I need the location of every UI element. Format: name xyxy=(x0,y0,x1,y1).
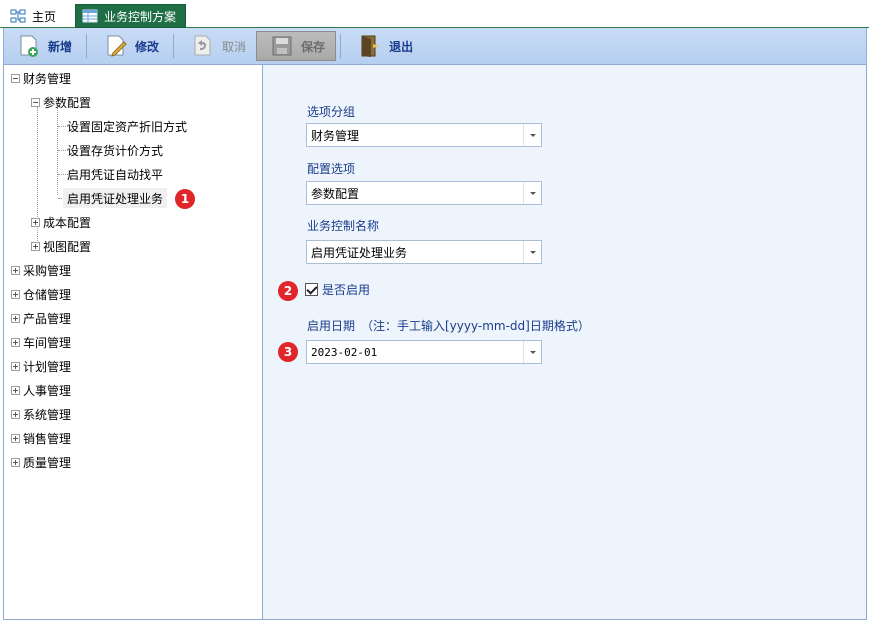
name-select-value: 启用凭证处理业务 xyxy=(311,245,408,260)
tree-node-plan[interactable]: 计划管理 xyxy=(11,356,71,376)
table-icon xyxy=(82,9,98,23)
tree-node-label: 采购管理 xyxy=(23,263,72,278)
expand-icon[interactable] xyxy=(11,289,20,299)
tree-node-view[interactable]: 视图配置 xyxy=(31,236,91,256)
tree-node-label: 人事管理 xyxy=(23,383,72,398)
tree-node-label: 设置固定资产折旧方式 xyxy=(67,119,188,134)
enable-checkbox-row[interactable]: 是否启用 xyxy=(305,281,370,298)
expand-icon[interactable] xyxy=(11,361,20,371)
enable-checkbox-label: 是否启用 xyxy=(322,283,371,297)
settings-form: 选项分组 财务管理 配置选项 参数配置 业务控制名称 启用凭证处理业务 2 是否… xyxy=(263,64,867,620)
tree-node-label: 产品管理 xyxy=(23,311,72,326)
tree-node-label: 成本配置 xyxy=(43,215,92,230)
tree-node-cost[interactable]: 成本配置 xyxy=(31,212,91,232)
new-document-icon xyxy=(20,35,38,57)
tab-home[interactable]: 主页 xyxy=(10,4,70,28)
expand-icon[interactable] xyxy=(11,433,20,443)
expand-icon[interactable] xyxy=(31,241,40,251)
exit-button[interactable]: 退出 xyxy=(345,31,423,61)
step-badge-1: 1 xyxy=(175,189,195,209)
date-label: 启用日期 （注：手工输入[yyyy-mm-dd]日期格式） xyxy=(307,319,590,333)
collapse-icon[interactable] xyxy=(31,97,40,107)
expand-icon[interactable] xyxy=(11,265,20,275)
edit-pencil-icon xyxy=(107,35,127,57)
new-button-label: 新增 xyxy=(48,39,73,54)
collapse-icon[interactable] xyxy=(11,73,20,83)
exit-door-icon xyxy=(361,35,380,57)
toolbar-separator xyxy=(86,34,88,58)
date-picker-value: 2023-02-01 xyxy=(311,345,378,359)
tab-business-control-label: 业务控制方案 xyxy=(104,9,177,24)
tree-node-quality[interactable]: 质量管理 xyxy=(11,452,71,472)
config-select-value: 参数配置 xyxy=(311,186,360,201)
toolbar: 新增 修改 取消 保存 退出 xyxy=(3,28,867,64)
tree-node-label: 参数配置 xyxy=(43,95,92,110)
tree-leaf-voucher-processing[interactable]: 启用凭证处理业务 xyxy=(63,188,168,208)
tree-node-product[interactable]: 产品管理 xyxy=(11,308,71,328)
tree-node-label: 计划管理 xyxy=(23,359,72,374)
cancel-button[interactable]: 取消 xyxy=(178,31,256,61)
tree-connector xyxy=(57,107,58,195)
toolbar-separator xyxy=(340,34,342,58)
tab-home-label: 主页 xyxy=(32,9,57,24)
tree-leaf-voucher-balance[interactable]: 启用凭证自动找平 xyxy=(67,164,163,184)
undo-icon xyxy=(194,35,211,56)
app-window: 主页 业务控制方案 新增 修改 取消 保存 退出 财务管理 参数配置 设置固定资… xyxy=(0,0,869,622)
tree-node-label: 视图配置 xyxy=(43,239,92,254)
name-select[interactable]: 启用凭证处理业务 xyxy=(306,240,542,264)
expand-icon[interactable] xyxy=(11,337,20,347)
tree-leaf-depreciation[interactable]: 设置固定资产折旧方式 xyxy=(67,116,187,136)
tab-bar: 主页 业务控制方案 xyxy=(0,0,869,28)
expand-icon[interactable] xyxy=(31,217,40,227)
tree-node-label: 启用凭证自动找平 xyxy=(67,167,164,182)
save-button[interactable]: 保存 xyxy=(256,31,337,61)
cancel-button-label: 取消 xyxy=(222,39,247,54)
date-picker[interactable]: 2023-02-01 xyxy=(306,340,542,364)
config-label: 配置选项 xyxy=(307,162,356,176)
tree-node-label: 车间管理 xyxy=(23,335,72,350)
tree-node-workshop[interactable]: 车间管理 xyxy=(11,332,71,352)
expand-icon[interactable] xyxy=(11,385,20,395)
tab-business-control[interactable]: 业务控制方案 xyxy=(75,4,186,28)
name-label: 业务控制名称 xyxy=(307,219,380,233)
save-disk-icon xyxy=(272,36,292,56)
sitemap-icon xyxy=(10,9,26,23)
chevron-down-icon[interactable] xyxy=(523,241,541,263)
chevron-down-icon[interactable] xyxy=(523,341,541,363)
tree-node-label: 销售管理 xyxy=(23,431,72,446)
tree-node-hr[interactable]: 人事管理 xyxy=(11,380,71,400)
enable-checkbox[interactable] xyxy=(305,283,318,296)
tree-node-sales[interactable]: 销售管理 xyxy=(11,428,71,448)
group-select[interactable]: 财务管理 xyxy=(306,123,542,147)
tree-node-purchase[interactable]: 采购管理 xyxy=(11,260,71,280)
step-badge-2: 2 xyxy=(278,281,298,301)
tree-node-label: 财务管理 xyxy=(23,71,72,86)
tree-node-label: 设置存货计价方式 xyxy=(67,143,164,158)
tree-node-warehouse[interactable]: 仓储管理 xyxy=(11,284,71,304)
tree-node-label: 质量管理 xyxy=(23,455,72,470)
exit-button-label: 退出 xyxy=(389,39,414,54)
chevron-down-icon[interactable] xyxy=(523,182,541,204)
tree-node-label: 仓储管理 xyxy=(23,287,72,302)
group-label: 选项分组 xyxy=(307,105,356,119)
edit-button[interactable]: 修改 xyxy=(91,31,169,61)
group-select-value: 财务管理 xyxy=(311,128,360,143)
new-button[interactable]: 新增 xyxy=(4,31,82,61)
tree-node-params[interactable]: 参数配置 xyxy=(31,92,91,112)
navigation-tree: 财务管理 参数配置 设置固定资产折旧方式 设置存货计价方式 启用凭证自动找平 启… xyxy=(3,64,263,620)
tree-node-finance[interactable]: 财务管理 xyxy=(11,68,71,88)
expand-icon[interactable] xyxy=(11,457,20,467)
chevron-down-icon[interactable] xyxy=(523,124,541,146)
tree-node-system[interactable]: 系统管理 xyxy=(11,404,71,424)
edit-button-label: 修改 xyxy=(135,39,160,54)
expand-icon[interactable] xyxy=(11,409,20,419)
tree-node-label: 启用凭证处理业务 xyxy=(67,191,164,206)
save-button-label: 保存 xyxy=(301,39,326,54)
tree-node-label: 系统管理 xyxy=(23,407,72,422)
toolbar-separator xyxy=(173,34,175,58)
config-select[interactable]: 参数配置 xyxy=(306,181,542,205)
step-badge-3: 3 xyxy=(278,342,298,362)
expand-icon[interactable] xyxy=(11,313,20,323)
tree-leaf-inventory-valuation[interactable]: 设置存货计价方式 xyxy=(67,140,163,160)
